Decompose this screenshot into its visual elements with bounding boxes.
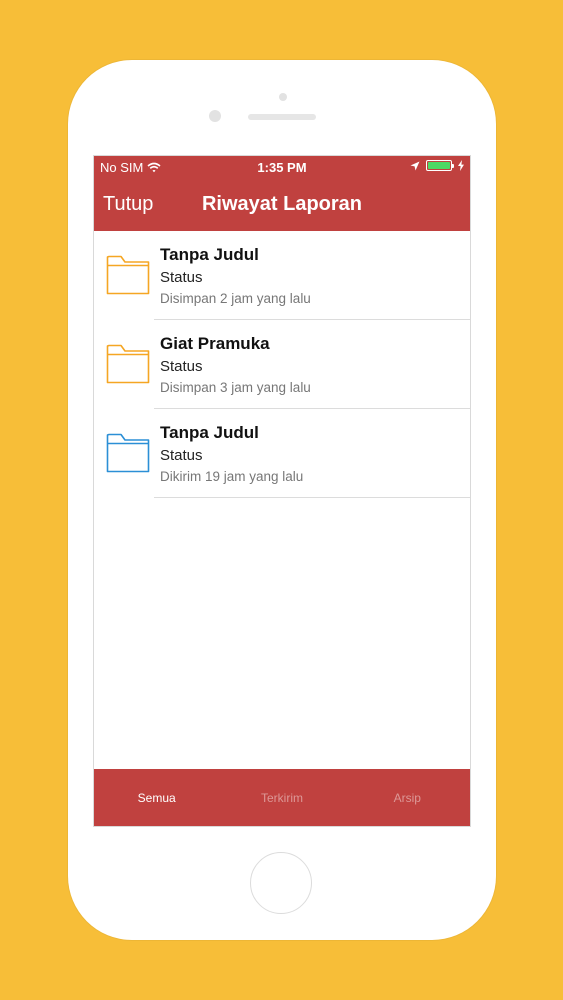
report-timestamp: Disimpan 2 jam yang lalu [160,291,311,306]
report-list-item[interactable]: Tanpa Judul Status Disimpan 2 jam yang l… [94,231,470,320]
tab-semua[interactable]: Semua [94,769,219,826]
phone-speaker [248,114,316,120]
battery-level [428,162,450,169]
app-screen: No SIM 1:35 PM Tutup Riwayat Laporan Tan… [93,155,471,827]
tab-arsip[interactable]: Arsip [345,769,470,826]
phone-camera [209,110,221,122]
report-title: Giat Pramuka [160,334,270,353]
report-status: Status [160,269,203,286]
charging-bolt-icon [458,160,464,171]
report-title: Tanpa Judul [160,423,259,442]
tab-bar: Semua Terkirim Arsip [94,769,470,826]
report-list-item[interactable]: Giat Pramuka Status Disimpan 3 jam yang … [94,320,470,409]
navigation-bar: Tutup Riwayat Laporan [94,178,470,231]
home-button[interactable] [250,852,312,914]
status-bar: No SIM 1:35 PM [94,156,470,178]
folder-icon [106,344,150,384]
folder-icon [106,255,150,295]
battery-icon [426,160,454,171]
location-arrow-icon [410,161,420,170]
list-divider [154,497,470,498]
page-title: Riwayat Laporan [201,193,363,215]
phone-sensor [279,93,287,101]
tab-terkirim[interactable]: Terkirim [219,769,344,826]
report-list: Tanpa Judul Status Disimpan 2 jam yang l… [94,231,470,498]
report-title: Tanpa Judul [160,245,259,264]
report-timestamp: Disimpan 3 jam yang lalu [160,380,311,395]
folder-icon [106,433,150,473]
report-status: Status [160,358,203,375]
status-right-group [410,160,464,171]
report-status: Status [160,447,203,464]
report-timestamp: Dikirim 19 jam yang lalu [160,469,304,484]
report-list-item[interactable]: Tanpa Judul Status Dikirim 19 jam yang l… [94,409,470,498]
